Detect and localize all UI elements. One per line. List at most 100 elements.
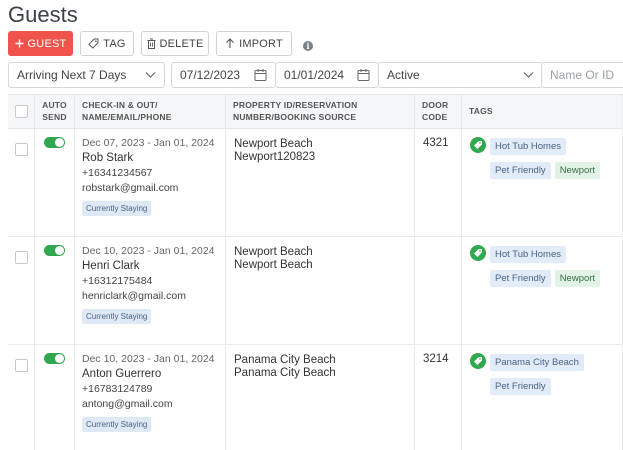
date-from-value: 07/12/2023 xyxy=(180,68,241,82)
date-from-field[interactable]: 07/12/2023 xyxy=(171,62,276,88)
property-cell: Newport Beach Newport120823 xyxy=(226,129,415,236)
page-title: Guests xyxy=(8,2,78,27)
auto-send-cell xyxy=(35,129,75,236)
stay-dates: Dec 07, 2023 - Jan 01, 2024 xyxy=(82,137,215,149)
auto-send-toggle[interactable] xyxy=(44,353,65,364)
auto-send-cell xyxy=(35,345,75,450)
reservation-number: Newport Beach xyxy=(234,259,313,271)
filter-bar: Arriving Next 7 Days 07/12/2023 01/01/20… xyxy=(8,62,623,88)
auto-send-toggle[interactable] xyxy=(44,245,65,256)
header-tags[interactable]: TAGS xyxy=(462,95,623,128)
table-header: AUTO SEND CHECK-IN & OUT/ NAME/EMAIL/PHO… xyxy=(8,95,623,129)
trash-icon xyxy=(147,38,156,49)
tag-chip[interactable]: Pet Friendly xyxy=(490,270,551,287)
table-row[interactable]: Dec 07, 2023 - Jan 01, 2024 Rob Stark +1… xyxy=(8,129,623,237)
import-label: IMPORT xyxy=(239,37,283,50)
chevron-down-icon xyxy=(523,72,534,79)
row-checkbox[interactable] xyxy=(15,143,28,156)
tag-icon[interactable] xyxy=(470,137,486,153)
status-filter-select[interactable]: Active xyxy=(378,62,543,88)
tag-list: Panama City Beach Pet Friendly xyxy=(490,352,621,400)
header-auto-send[interactable]: AUTO SEND xyxy=(35,95,75,128)
door-code-cell: 4321 xyxy=(415,129,462,236)
tag-icon xyxy=(88,38,99,49)
guest-name[interactable]: Rob Stark xyxy=(82,152,225,164)
guests-table: AUTO SEND CHECK-IN & OUT/ NAME/EMAIL/PHO… xyxy=(8,94,623,450)
calendar-icon[interactable] xyxy=(254,69,267,82)
tags-cell: Hot Tub Homes Pet Friendly Newport xyxy=(462,237,623,344)
stay-dates: Dec 10, 2023 - Jan 01, 2024 xyxy=(82,353,215,365)
header-guest-info[interactable]: CHECK-IN & OUT/ NAME/EMAIL/PHONE xyxy=(75,95,226,128)
add-guest-label: GUEST xyxy=(27,37,67,50)
row-select-cell xyxy=(8,345,35,450)
guest-phone: +16341234567 xyxy=(82,167,153,179)
auto-send-cell xyxy=(35,237,75,344)
table-row[interactable]: Dec 10, 2023 - Jan 01, 2024 Anton Guerre… xyxy=(8,345,623,450)
status-badge: Currently Staying xyxy=(82,201,152,216)
property-name: Newport Beach xyxy=(234,246,313,258)
tag-chip[interactable]: Newport xyxy=(554,270,601,287)
door-code-cell xyxy=(415,237,462,344)
guest-email: henriclark@gmail.com xyxy=(82,290,187,302)
tag-label: TAG xyxy=(103,37,126,50)
reservation-number: Newport120823 xyxy=(234,151,316,163)
calendar-icon[interactable] xyxy=(357,69,370,82)
tag-chip[interactable]: Pet Friendly xyxy=(490,378,551,395)
date-to-value: 01/01/2024 xyxy=(284,68,345,82)
upload-arrow-icon xyxy=(225,38,235,49)
tag-chip[interactable]: Panama City Beach xyxy=(490,354,584,371)
guest-name[interactable]: Anton Guerrero xyxy=(82,368,225,380)
tag-chip[interactable]: Newport xyxy=(554,162,601,179)
guest-phone: +16783124789 xyxy=(82,383,153,395)
guest-name[interactable]: Henri Clark xyxy=(82,260,225,272)
property-cell: Panama City Beach Panama City Beach xyxy=(226,345,415,450)
row-select-cell xyxy=(8,237,35,344)
delete-label: DELETE xyxy=(159,37,204,50)
reservation-number: Panama City Beach xyxy=(234,367,336,379)
guest-email: robstark@gmail.com xyxy=(82,182,179,194)
header-door-code[interactable]: DOOR CODE xyxy=(415,95,462,128)
row-checkbox[interactable] xyxy=(15,251,28,264)
tag-button[interactable]: TAG xyxy=(80,31,134,56)
search-field[interactable] xyxy=(541,62,623,88)
tag-chip[interactable]: Hot Tub Homes xyxy=(490,138,566,155)
tag-list: Hot Tub Homes Pet Friendly Newport xyxy=(490,136,621,184)
property-cell: Newport Beach Newport Beach xyxy=(226,237,415,344)
row-checkbox[interactable] xyxy=(15,359,28,372)
guest-info-cell: Dec 07, 2023 - Jan 01, 2024 Rob Stark +1… xyxy=(75,129,226,236)
door-code-cell: 3214 xyxy=(415,345,462,450)
status-badge: Currently Staying xyxy=(82,309,152,324)
guest-phone: +16312175484 xyxy=(82,275,153,287)
tags-cell: Panama City Beach Pet Friendly xyxy=(462,345,623,450)
tag-icon[interactable] xyxy=(470,353,486,369)
info-icon[interactable]: i xyxy=(303,40,313,51)
property-name: Newport Beach xyxy=(234,138,313,150)
status-badge: Currently Staying xyxy=(82,417,152,432)
import-button[interactable]: IMPORT xyxy=(216,31,292,56)
property-name: Panama City Beach xyxy=(234,354,336,366)
search-input[interactable] xyxy=(550,68,623,82)
plus-icon xyxy=(15,39,24,48)
tags-cell: Hot Tub Homes Pet Friendly Newport xyxy=(462,129,623,236)
arrival-filter-value: Arriving Next 7 Days xyxy=(17,68,127,82)
guest-info-cell: Dec 10, 2023 - Jan 01, 2024 Henri Clark … xyxy=(75,237,226,344)
tag-list: Hot Tub Homes Pet Friendly Newport xyxy=(490,244,621,292)
tag-chip[interactable]: Hot Tub Homes xyxy=(490,246,566,263)
tag-icon[interactable] xyxy=(470,245,486,261)
header-select-cell xyxy=(8,95,35,128)
table-row[interactable]: Dec 10, 2023 - Jan 01, 2024 Henri Clark … xyxy=(8,237,623,345)
status-filter-value: Active xyxy=(387,68,420,82)
tag-chip[interactable]: Pet Friendly xyxy=(490,162,551,179)
arrival-filter-select[interactable]: Arriving Next 7 Days xyxy=(8,62,165,88)
chevron-down-icon xyxy=(145,72,156,79)
header-property[interactable]: PROPERTY ID/RESERVATION NUMBER/BOOKING S… xyxy=(226,95,415,128)
guest-email: antong@gmail.com xyxy=(82,398,173,410)
auto-send-toggle[interactable] xyxy=(44,137,65,148)
guest-info-cell: Dec 10, 2023 - Jan 01, 2024 Anton Guerre… xyxy=(75,345,226,450)
date-to-field[interactable]: 01/01/2024 xyxy=(275,62,379,88)
delete-button[interactable]: DELETE xyxy=(141,31,209,56)
add-guest-button[interactable]: GUEST xyxy=(8,31,73,56)
select-all-checkbox[interactable] xyxy=(15,105,28,118)
row-select-cell xyxy=(8,129,35,236)
stay-dates: Dec 10, 2023 - Jan 01, 2024 xyxy=(82,245,215,257)
